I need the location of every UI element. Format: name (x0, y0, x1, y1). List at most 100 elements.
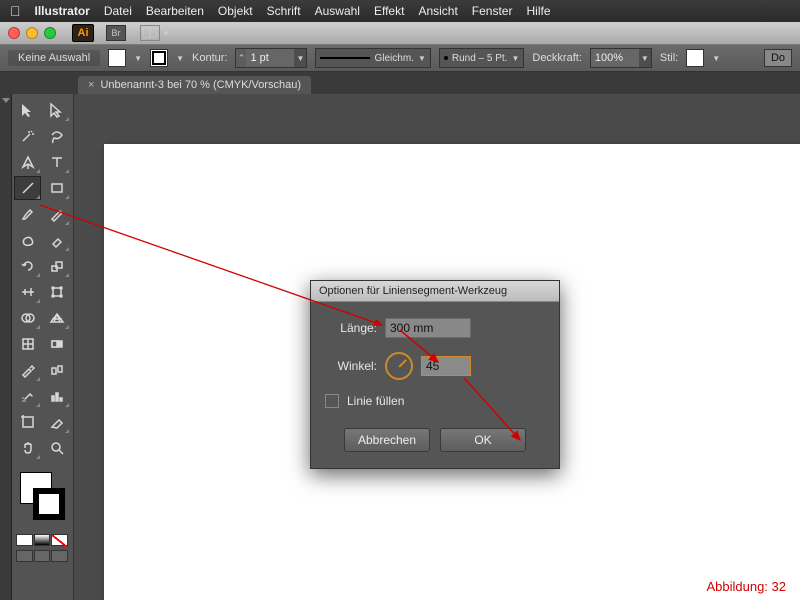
window-titlebar: Ai Br ▼ (0, 22, 800, 44)
blend-tool[interactable] (43, 358, 70, 382)
scale-tool[interactable] (43, 254, 70, 278)
pen-tool[interactable] (14, 150, 41, 174)
dropdown-icon: ▼ (511, 54, 519, 63)
dropdown-icon[interactable]: ▼ (294, 49, 306, 67)
checkbox-icon[interactable] (325, 394, 339, 408)
magic-wand-tool[interactable] (14, 124, 41, 148)
length-input[interactable] (385, 318, 471, 338)
draw-normal-icon[interactable] (16, 550, 33, 562)
stroke-swatch[interactable] (150, 49, 168, 67)
dialog-title: Optionen für Liniensegment-Werkzeug (311, 281, 559, 302)
eyedropper-tool[interactable] (14, 358, 41, 382)
document-tabs: × Unbenannt-3 bei 70 % (CMYK/Vorschau) (0, 72, 800, 94)
none-mode-icon[interactable] (51, 534, 68, 546)
free-transform-tool[interactable] (43, 280, 70, 304)
hand-tool[interactable] (14, 436, 41, 460)
document-setup-button[interactable]: Do (764, 49, 792, 67)
dropdown-icon[interactable]: ▼ (639, 49, 651, 67)
color-mode-icon[interactable] (16, 534, 33, 546)
app-icon: Ai (72, 24, 94, 42)
menu-schrift[interactable]: Schrift (267, 4, 301, 18)
column-graph-tool[interactable] (43, 384, 70, 408)
bridge-icon[interactable]: Br (106, 25, 126, 41)
pencil-tool[interactable] (43, 202, 70, 226)
paintbrush-tool[interactable] (14, 202, 41, 226)
screen-mode-row (14, 550, 70, 562)
type-tool[interactable] (43, 150, 70, 174)
menu-datei[interactable]: Datei (104, 4, 132, 18)
symbol-sprayer-tool[interactable] (14, 384, 41, 408)
draw-inside-icon[interactable] (51, 550, 68, 562)
gradient-tool[interactable] (43, 332, 70, 356)
opacity-combo[interactable]: ▼ (590, 48, 652, 68)
color-mode-row (14, 534, 70, 546)
draw-behind-icon[interactable] (34, 550, 51, 562)
fill-line-label: Linie füllen (347, 394, 404, 408)
menu-objekt[interactable]: Objekt (218, 4, 253, 18)
dropdown-icon: ▼ (418, 54, 426, 63)
angle-dial[interactable] (385, 352, 413, 380)
close-tab-icon[interactable]: × (88, 79, 94, 91)
dropdown-icon[interactable]: ▼ (176, 54, 184, 63)
shape-builder-tool[interactable] (14, 306, 41, 330)
chevron-icon[interactable] (2, 98, 10, 103)
figure-caption: Abbildung: 32 (706, 579, 786, 594)
menu-auswahl[interactable]: Auswahl (315, 4, 360, 18)
selection-tool[interactable] (14, 98, 41, 122)
cancel-button[interactable]: Abbrechen (344, 428, 430, 452)
document-tab[interactable]: × Unbenannt-3 bei 70 % (CMYK/Vorschau) (78, 76, 311, 94)
line-segment-tool[interactable] (14, 176, 41, 200)
lasso-tool[interactable] (43, 124, 70, 148)
control-bar: Keine Auswahl ▼ ▼ Kontur: ⌃ ▼ Gleichm. ▼… (0, 44, 800, 72)
gradient-mode-icon[interactable] (34, 534, 51, 546)
style-label: Stil: (660, 52, 678, 64)
blob-brush-tool[interactable] (14, 228, 41, 252)
selection-label: Keine Auswahl (8, 50, 100, 66)
dropdown-icon[interactable]: ▼ (134, 54, 142, 63)
menu-fenster[interactable]: Fenster (472, 4, 513, 18)
rotate-tool[interactable] (14, 254, 41, 278)
dropdown-icon[interactable]: ▼ (162, 29, 170, 38)
ok-button[interactable]: OK (440, 428, 526, 452)
artboard-tool[interactable] (14, 410, 41, 434)
direct-selection-tool[interactable] (43, 98, 70, 122)
stroke-weight-combo[interactable]: ⌃ ▼ (235, 48, 307, 68)
apple-icon[interactable]:  (10, 3, 21, 19)
slice-tool[interactable] (43, 410, 70, 434)
close-window-button[interactable] (8, 27, 20, 39)
zoom-tool[interactable] (43, 436, 70, 460)
arrange-documents-button[interactable] (140, 25, 160, 41)
minimize-window-button[interactable] (26, 27, 38, 39)
stroke-color-icon[interactable] (33, 488, 65, 520)
mac-menubar:  Illustrator Datei Bearbeiten Objekt Sc… (0, 0, 800, 22)
length-label: Länge: (325, 321, 377, 335)
dropdown-icon[interactable]: ▼ (712, 54, 720, 63)
zoom-window-button[interactable] (44, 27, 56, 39)
graphic-style-swatch[interactable] (686, 49, 704, 67)
perspective-grid-tool[interactable] (43, 306, 70, 330)
opacity-input[interactable] (591, 49, 639, 67)
fill-swatch[interactable] (108, 49, 126, 67)
fill-line-checkbox[interactable]: Linie füllen (325, 394, 545, 408)
line-segment-options-dialog: Optionen für Liniensegment-Werkzeug Läng… (310, 280, 560, 469)
width-tool[interactable] (14, 280, 41, 304)
variable-width-profile[interactable]: Gleichm. ▼ (315, 48, 430, 68)
stroke-weight-input[interactable] (246, 49, 294, 67)
menu-illustrator[interactable]: Illustrator (35, 4, 90, 18)
menu-effekt[interactable]: Effekt (374, 4, 404, 18)
angle-input[interactable] (421, 356, 471, 376)
fill-stroke-control[interactable] (16, 468, 69, 524)
menu-hilfe[interactable]: Hilfe (526, 4, 550, 18)
tools-panel (12, 94, 74, 600)
document-tab-label: Unbenannt-3 bei 70 % (CMYK/Vorschau) (100, 79, 301, 91)
eraser-tool[interactable] (43, 228, 70, 252)
mesh-tool[interactable] (14, 332, 41, 356)
angle-label: Winkel: (325, 359, 377, 373)
menu-ansicht[interactable]: Ansicht (418, 4, 457, 18)
stroke-label: Kontur: (192, 52, 227, 64)
menu-bearbeiten[interactable]: Bearbeiten (146, 4, 204, 18)
brush-definition[interactable]: Rund – 5 Pt. ▼ (439, 48, 525, 68)
panel-collapse-rail[interactable] (0, 94, 12, 600)
rectangle-tool[interactable] (43, 176, 70, 200)
opacity-label: Deckkraft: (532, 52, 582, 64)
